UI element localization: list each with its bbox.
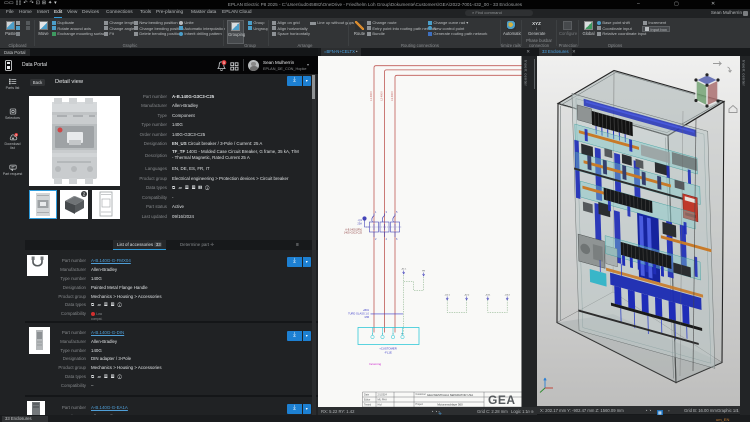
svg-text:-X1:1: -X1:1 — [401, 268, 407, 270]
svg-text:Editor: Editor — [364, 398, 370, 401]
svg-text:L1 400V: L1 400V — [369, 90, 373, 100]
svg-text:L2 400V: L2 400V — [380, 90, 384, 100]
svg-text:MM: MM — [365, 315, 369, 319]
svg-text:GEA WESTFALIA SEPARATOR USA: GEA WESTFALIA SEPARATOR USA — [427, 393, 473, 397]
svg-text:Project: Project — [416, 403, 424, 406]
svg-text:-X3:2: -X3:2 — [505, 294, 511, 296]
svg-text:GEA: GEA — [488, 393, 516, 407]
svg-text:Customer: Customer — [416, 393, 427, 396]
svg-text:TURD GLASS 1.0: TURD GLASS 1.0 — [348, 311, 369, 315]
svg-text:MU.PHA: MU.PHA — [378, 398, 388, 401]
svg-text:-FL1E: -FL1E — [384, 350, 392, 354]
svg-text:Tested: Tested — [364, 403, 372, 406]
svg-text:+B01: +B01 — [363, 308, 370, 312]
svg-text:-X3:1: -X3:1 — [485, 294, 491, 296]
svg-text:25A: 25A — [357, 221, 362, 225]
svg-text:Date: Date — [364, 393, 370, 396]
svg-text:Incoming: Incoming — [369, 362, 382, 366]
svg-text:Hluf: Hluf — [378, 403, 383, 406]
svg-text:140G-G3C3-C25: 140G-G3C3-C25 — [344, 231, 363, 234]
svg-text:-X2:1: -X2:1 — [445, 294, 451, 296]
svg-text:2/1/2024: 2/1/2024 — [378, 393, 388, 396]
svg-text:Motoranschlape 560: Motoranschlape 560 — [437, 402, 463, 406]
svg-text:-X2:2: -X2:2 — [464, 294, 470, 296]
svg-text:-Q1: -Q1 — [358, 218, 363, 222]
svg-text:L3 400V: L3 400V — [390, 90, 394, 100]
svg-text:5: 5 — [223, 61, 225, 65]
